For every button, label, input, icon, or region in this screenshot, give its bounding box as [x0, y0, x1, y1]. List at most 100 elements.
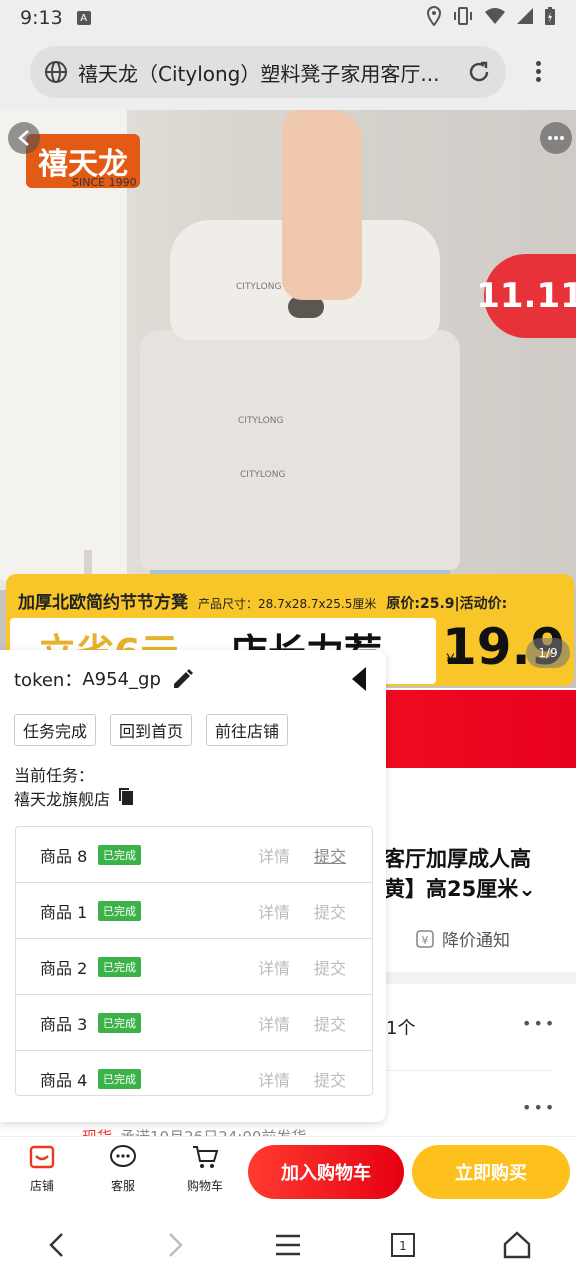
- product-title: 客厅加厚成人高 黄】高25厘米⌄: [384, 844, 536, 904]
- globe-icon: [44, 60, 68, 84]
- price-notify-label: 降价通知: [442, 931, 510, 951]
- detail-link[interactable]: 详情: [258, 899, 290, 923]
- stool-brand-label: CITYLONG: [240, 470, 286, 480]
- status-badge: 已完成: [98, 1012, 141, 1033]
- url-text[interactable]: 禧天龙（Citylong）塑料凳子家用客厅...: [78, 58, 456, 87]
- cart-icon: [191, 1143, 219, 1171]
- wifi-icon: [484, 7, 506, 30]
- item-name: 商品 8: [40, 846, 88, 866]
- collapse-panel-icon[interactable]: [350, 666, 368, 692]
- banner-title: 加厚北欧简约节节方凳: [18, 593, 188, 613]
- status-icons: [426, 5, 556, 31]
- brand-logo-since: SINCE 1990: [72, 176, 137, 189]
- price-notify-button[interactable]: ¥ 降价通知: [414, 926, 510, 951]
- submit-link[interactable]: 提交: [314, 1011, 346, 1035]
- pencil-icon[interactable]: [171, 667, 195, 691]
- vibrate-icon: [452, 6, 474, 30]
- product-image[interactable]: CITYLONG CITYLONG CITYLONG 禧天龙 SINCE 199…: [0, 110, 576, 688]
- service-label: 客服: [110, 1179, 135, 1193]
- item-name: 商品 2: [40, 958, 88, 978]
- token-value: A954_gp: [82, 668, 161, 690]
- list-item: 商品 3 已完成 详情 提交: [16, 995, 372, 1051]
- task-complete-button[interactable]: 任务完成: [14, 714, 97, 746]
- notification-a-icon: A: [76, 11, 91, 25]
- cart-label: 购物车: [186, 1179, 223, 1193]
- nav-home-icon[interactable]: [502, 1230, 532, 1260]
- add-to-cart-button[interactable]: 加入购物车: [248, 1145, 404, 1199]
- item-name: 商品 1: [40, 902, 88, 922]
- option-divider: [386, 1070, 552, 1071]
- item-name: 商品 4: [40, 1070, 88, 1090]
- banner-original-price: 原价:25.9|活动价:: [386, 596, 508, 612]
- stool-brand-label: CITYLONG: [238, 416, 284, 426]
- price-tag-icon: ¥: [416, 929, 434, 948]
- detail-link[interactable]: 详情: [258, 955, 290, 979]
- white-stool-body-graphic: [140, 330, 460, 570]
- cart-button[interactable]: 购物车: [175, 1143, 235, 1194]
- detail-link[interactable]: 详情: [258, 1011, 290, 1035]
- double-eleven-badge: 11.11: [476, 254, 576, 338]
- submit-link[interactable]: 提交: [314, 955, 346, 979]
- detail-link[interactable]: 详情: [258, 843, 290, 867]
- chat-icon: [109, 1143, 137, 1171]
- svg-text:¥: ¥: [422, 934, 429, 947]
- token-label: token：: [14, 670, 83, 691]
- current-task-label: 当前任务：: [14, 766, 95, 785]
- battery-icon: [544, 6, 556, 31]
- status-badge: 已完成: [98, 900, 141, 921]
- system-nav-bar: 1: [0, 1210, 576, 1280]
- customer-service-button[interactable]: 客服: [93, 1143, 153, 1194]
- copy-icon[interactable]: [116, 786, 136, 810]
- submit-link[interactable]: 提交: [314, 843, 346, 867]
- kebab-menu-icon[interactable]: [528, 58, 548, 88]
- stool-brand-label: CITYLONG: [236, 282, 282, 292]
- store-label: 店铺: [29, 1179, 54, 1193]
- image-page-indicator: 1/9: [526, 638, 570, 668]
- item-name: 商品 3: [40, 1014, 88, 1034]
- status-time: 9:13: [20, 7, 63, 29]
- browser-toolbar: 禧天龙（Citylong）塑料凳子家用客厅...: [0, 36, 576, 110]
- detail-link[interactable]: 详情: [258, 1067, 290, 1091]
- task-item-list[interactable]: 商品 8 已完成 详情 提交 商品 1 已完成 详情 提交 商品 2 已完成 详…: [15, 826, 373, 1096]
- bottom-action-bar: 店铺 客服 购物车 加入购物车 立即购买: [0, 1136, 576, 1210]
- list-item: 商品 2 已完成 详情 提交: [16, 939, 372, 995]
- panel-button-row: 任务完成 回到首页 前往店铺: [14, 714, 289, 746]
- location-icon: [426, 5, 442, 31]
- submit-link[interactable]: 提交: [314, 1067, 346, 1091]
- product-title-line[interactable]: 黄】高25厘米⌄: [384, 874, 536, 904]
- more-dots-icon[interactable]: •••: [522, 1098, 556, 1117]
- status-bar: 9:13 A: [0, 0, 576, 36]
- token-row: token： A954_gp: [14, 666, 195, 692]
- current-task: 禧天龙旗舰店: [14, 786, 136, 810]
- option-quantity-text[interactable]: 1个: [386, 1014, 415, 1040]
- list-item: 商品 1 已完成 详情 提交: [16, 883, 372, 939]
- back-button[interactable]: [8, 122, 40, 154]
- more-dots-icon: [548, 136, 564, 140]
- product-title-line: 客厅加厚成人高: [384, 847, 531, 871]
- more-dots-icon[interactable]: •••: [522, 1014, 556, 1033]
- nav-back-icon[interactable]: [42, 1230, 72, 1260]
- go-to-store-button[interactable]: 前往店铺: [206, 714, 289, 746]
- submit-link[interactable]: 提交: [314, 899, 346, 923]
- list-item: 商品 8 已完成 详情 提交: [16, 827, 372, 883]
- store-button[interactable]: 店铺: [12, 1143, 72, 1194]
- list-item: 商品 4 已完成 详情 提交: [16, 1051, 372, 1095]
- task-panel: token： A954_gp 任务完成 回到首页 前往店铺 当前任务： 禧天龙旗…: [0, 650, 386, 1122]
- nav-forward-icon[interactable]: [160, 1230, 190, 1260]
- reload-icon[interactable]: [466, 59, 492, 85]
- hand-graphic: [282, 110, 362, 300]
- back-home-button[interactable]: 回到首页: [110, 714, 193, 746]
- banner-size: 产品尺寸：28.7x28.7x25.5厘米: [198, 597, 377, 611]
- nav-tabs-icon[interactable]: 1: [388, 1230, 418, 1260]
- svg-text:1: 1: [399, 1239, 407, 1253]
- chevron-left-icon: [18, 130, 29, 146]
- url-bar[interactable]: 禧天龙（Citylong）塑料凳子家用客厅...: [30, 46, 506, 98]
- buy-now-button[interactable]: 立即购买: [412, 1145, 570, 1199]
- status-badge: 已完成: [98, 956, 141, 977]
- nav-menu-icon[interactable]: [273, 1230, 303, 1260]
- current-task-value: 禧天龙旗舰店: [14, 790, 111, 809]
- more-button[interactable]: [540, 122, 572, 154]
- store-icon: [28, 1143, 56, 1171]
- signal-icon: [516, 7, 534, 30]
- status-badge: 已完成: [98, 1068, 141, 1089]
